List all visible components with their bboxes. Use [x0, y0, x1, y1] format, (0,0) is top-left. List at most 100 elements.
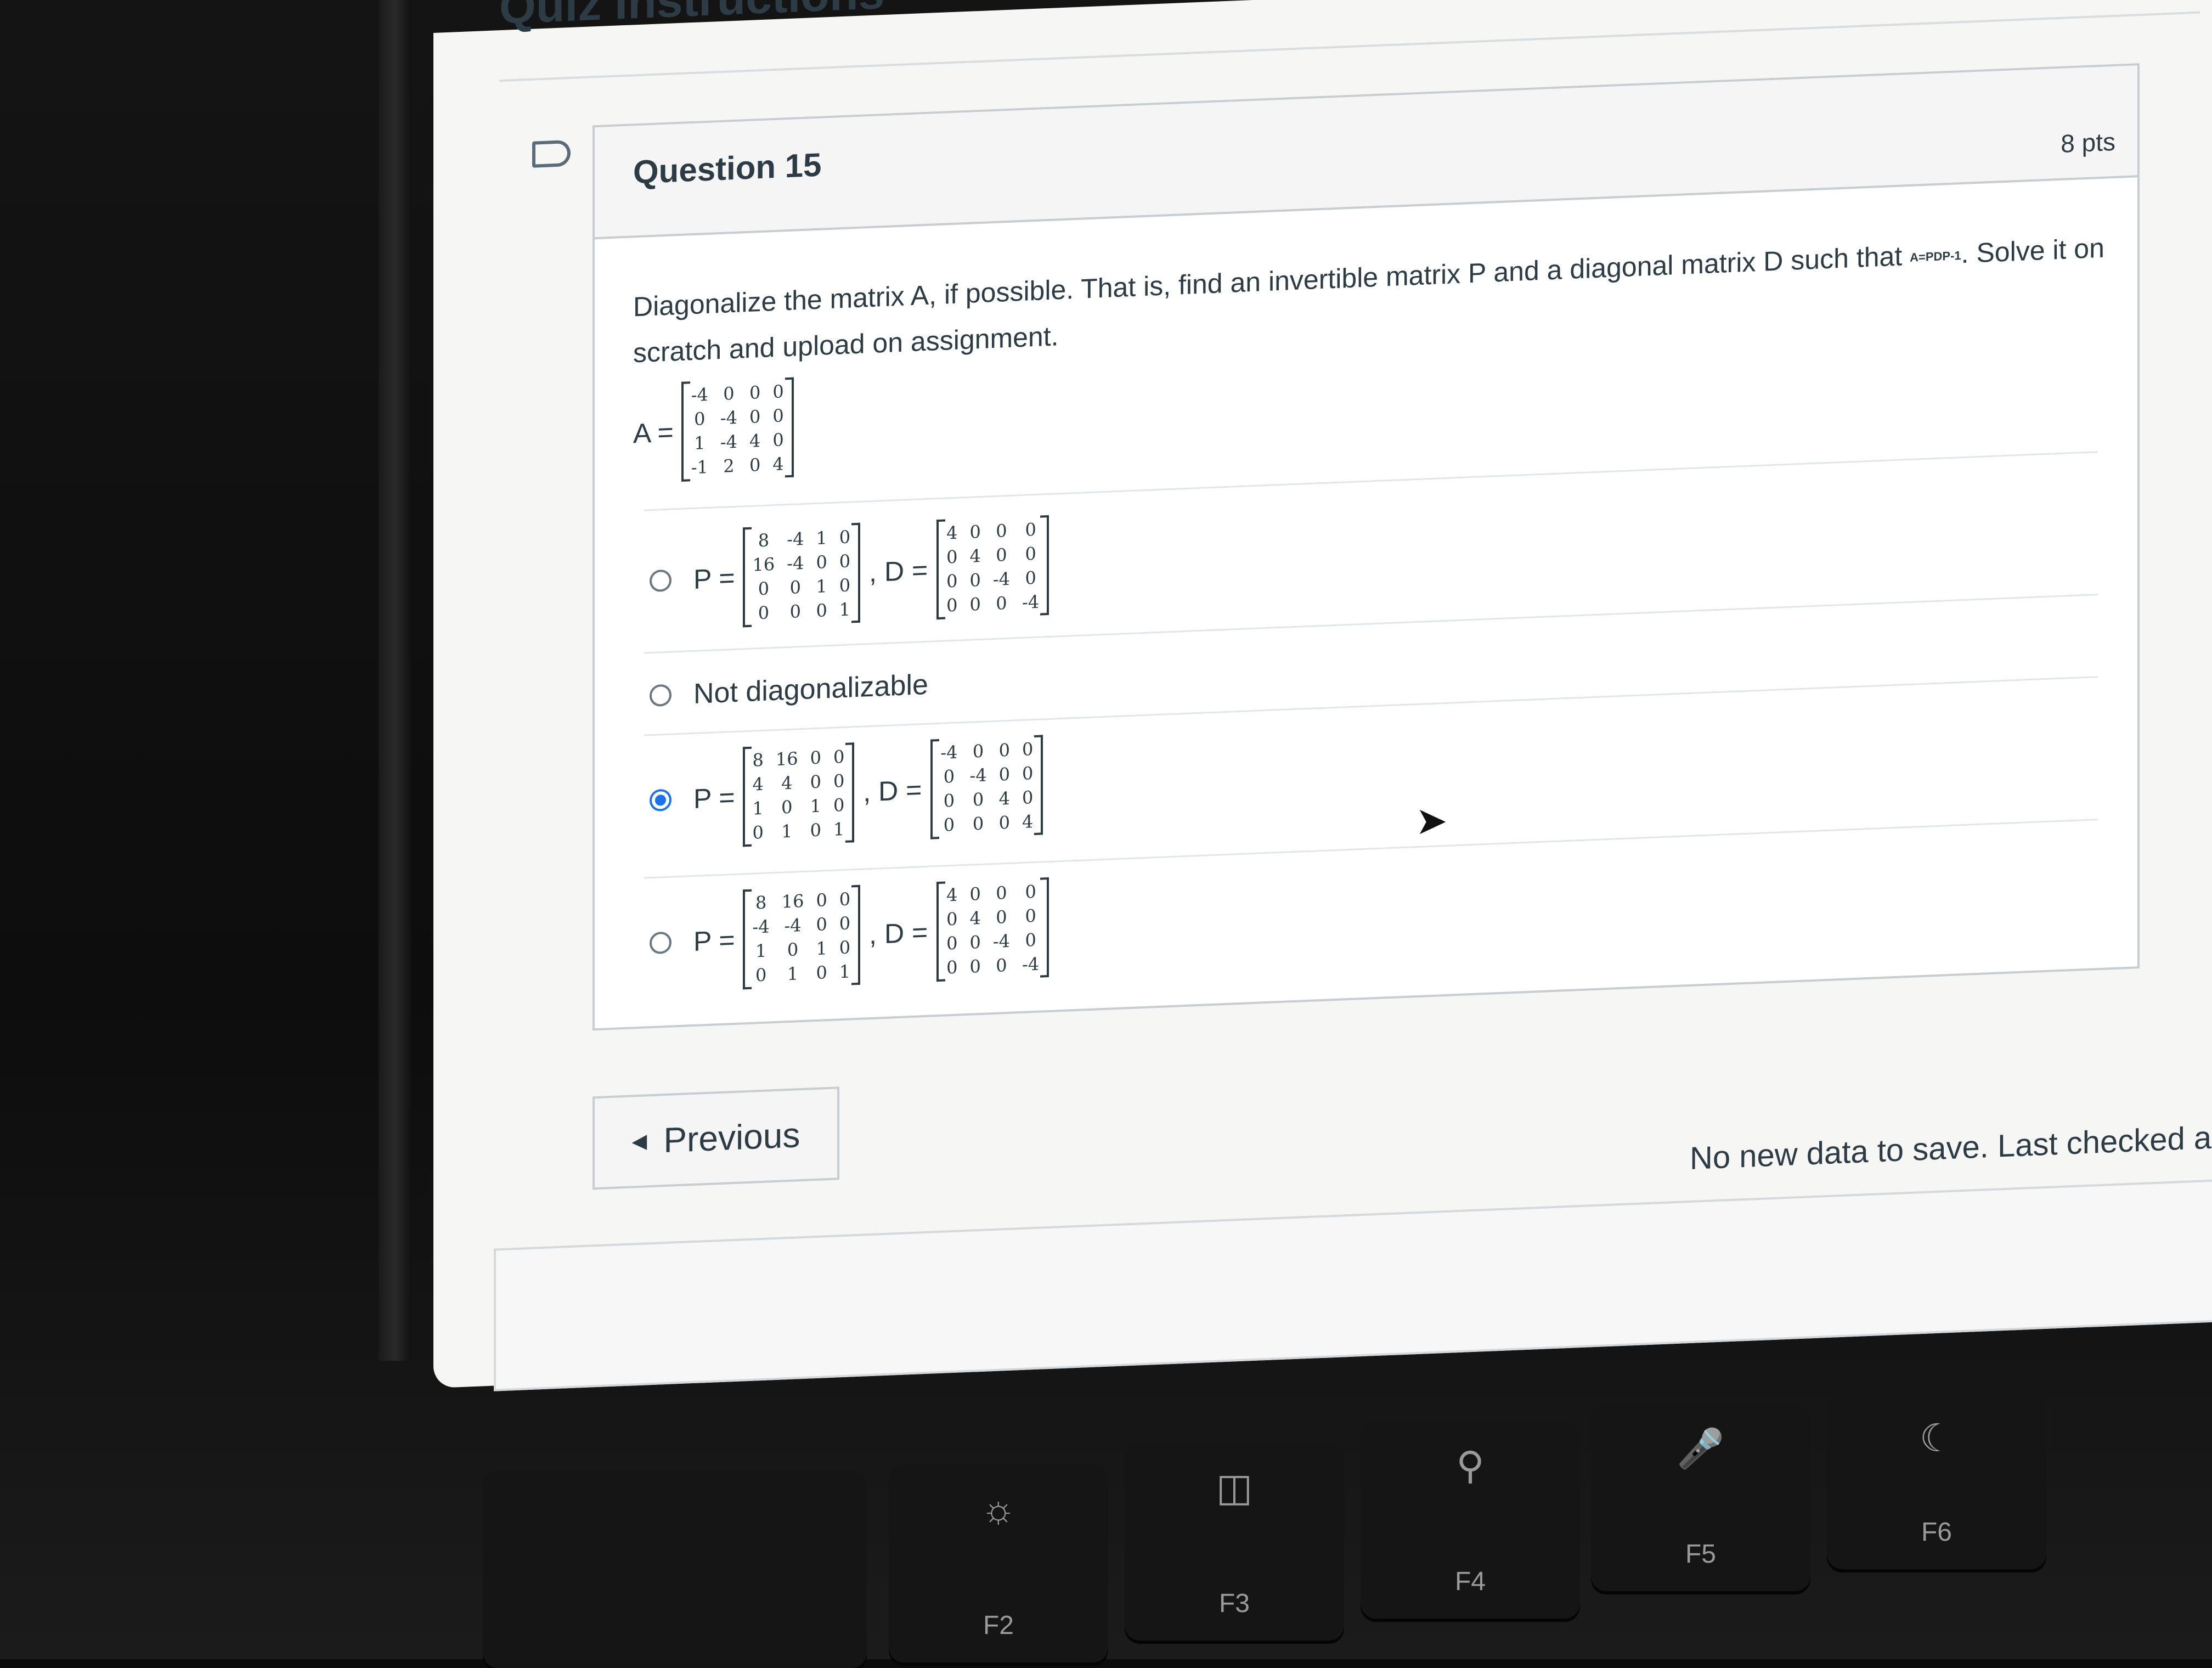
- option-3-p-cell: 4: [781, 772, 793, 794]
- matrix-a-cell: 1: [694, 432, 706, 454]
- key-blank[interactable]: [483, 1470, 867, 1668]
- dictation-icon: 🎤: [1677, 1427, 1725, 1470]
- option-3-p-cell: 0: [810, 771, 821, 793]
- option-4-d-cell: 0: [969, 883, 981, 905]
- option-4-p-cell: 0: [816, 962, 827, 983]
- option-1-p-cell: 1: [816, 576, 827, 597]
- option-3-p-cell: 1: [833, 818, 845, 840]
- option-3-d-cell: 0: [1022, 739, 1034, 760]
- option-1-d-cell: 0: [1025, 543, 1036, 565]
- matrix-a-cell: 0: [772, 381, 784, 403]
- option-4-p-cell: 0: [816, 889, 827, 911]
- answer-option-4[interactable]: P = 8 16 0 0 -4 -4 0 0 1 0 1 0 0 1 0 1 , D = 4000040000…: [650, 877, 1049, 993]
- option-1-p-cell: 16: [752, 554, 775, 576]
- option-4-p-cell: 0: [816, 914, 827, 935]
- option-4-p-cell: 1: [787, 963, 799, 985]
- option-1-d-cell: 4: [969, 545, 981, 567]
- answer-option-3[interactable]: P = 8 16 0 0 4 4 0 0 1 0 1 0 0 1 0 1 , D = -4 0 0 0 0 -4 0 0 0 0…: [650, 735, 1043, 850]
- autosave-status: No new data to save. Last checked at 3:1…: [1690, 1117, 2212, 1177]
- option-4-p-cell: 1: [839, 961, 851, 983]
- option-4-d-label: , D =: [869, 916, 928, 950]
- option-3-p-cell: 0: [833, 770, 845, 792]
- caret-left-icon: ◀: [631, 1129, 647, 1153]
- option-1-p-label: P =: [693, 562, 735, 595]
- key-f4[interactable]: ⚲ F4: [1361, 1421, 1580, 1619]
- option-1-p-cell: -4: [787, 552, 804, 574]
- option-4-matrix-p: 8 16 0 0 -4 -4 0 0 1 0 1 0 0 1 0 1: [743, 885, 861, 990]
- option-4-d-cell: 0: [1025, 881, 1036, 903]
- mouse-pointer-icon: ➤: [1415, 799, 1448, 842]
- option-1-d-cell: 0: [996, 520, 1007, 542]
- option-1-p-cell: 1: [816, 527, 827, 549]
- key-f2[interactable]: ☼ F2: [889, 1465, 1108, 1663]
- radio-option-3[interactable]: [650, 788, 672, 812]
- option-4-d-cell: 0: [1025, 905, 1036, 927]
- mission-control-icon: ◫: [1216, 1466, 1253, 1509]
- option-3-p-cell: 4: [752, 773, 764, 795]
- matrix-a-cell: 0: [749, 382, 761, 403]
- key-f5[interactable]: 🎤 F5: [1591, 1405, 1810, 1591]
- previous-button[interactable]: ◀ Previous: [592, 1086, 839, 1190]
- option-3-p-cell: 1: [781, 820, 793, 842]
- option-3-p-cell: 1: [810, 795, 821, 817]
- option-4-d-cell: 0: [946, 908, 958, 930]
- option-3-p-cell: 16: [775, 748, 798, 770]
- option-1-d-cell: 0: [946, 546, 958, 568]
- answer-option-1[interactable]: P = 8 -4 1 0 16 -4 0 0 0 0 1 0 0 0 0 1 , D = 4000040000…: [650, 515, 1049, 631]
- question-formula: A=PDP-1: [1910, 248, 1961, 264]
- matrix-a-cell: -1: [691, 456, 708, 478]
- option-1-p-cell: 0: [816, 551, 827, 573]
- option-1-p-cell: 0: [839, 526, 851, 548]
- matrix-a: -4 0 0 0 0 -4 0 0 1 -4 4 0 -1 2 0 4: [681, 377, 794, 482]
- option-1-p-cell: -4: [787, 528, 804, 550]
- option-3-d-cell: -4: [940, 741, 958, 763]
- screen-edge: [379, 0, 411, 1361]
- question-header: Question 15 8 pts: [595, 65, 2137, 240]
- option-1-p-cell: 0: [839, 550, 851, 572]
- option-1-p-cell: 0: [839, 574, 851, 596]
- search-icon: ⚲: [1456, 1444, 1485, 1487]
- answer-option-2[interactable]: Not diagonalizable: [650, 668, 928, 712]
- option-4-p-cell: 0: [755, 964, 767, 986]
- option-1-d-cell: 4: [946, 522, 958, 544]
- option-4-d-cell: 0: [996, 882, 1007, 904]
- question-text: Diagonalize the matrix A, if possible. T…: [633, 226, 2114, 375]
- option-3-d-cell: 0: [972, 740, 984, 762]
- option-4-d-cell: 0: [946, 956, 958, 978]
- option-4-p-cell: -4: [784, 915, 802, 937]
- option-4-p-cell: 0: [839, 888, 851, 910]
- option-3-d-cell: -4: [969, 764, 987, 786]
- option-1-p-cell: 0: [758, 578, 770, 600]
- radio-option-2[interactable]: [650, 684, 672, 707]
- option-1-p-cell: 0: [816, 600, 827, 621]
- option-4-p-label: P =: [693, 924, 735, 957]
- option-1-p-cell: 0: [758, 602, 770, 624]
- option-3-d-cell: 0: [972, 813, 984, 835]
- matrix-a-cell: 0: [772, 405, 784, 427]
- option-3-p-cell: 0: [833, 794, 845, 816]
- option-4-matrix-d: 4 0 0 0 0 4 0 0 0 0 -4 0 0 0 0 -4: [936, 877, 1049, 982]
- radio-option-4[interactable]: [650, 931, 672, 955]
- question-title: Question 15: [633, 146, 822, 191]
- question-card: Question 15 8 pts Diagonalize the matrix…: [592, 63, 2140, 1031]
- key-f3[interactable]: ◫ F3: [1125, 1443, 1344, 1641]
- option-1-d-label: , D =: [869, 554, 928, 588]
- option-3-p-cell: 8: [752, 749, 764, 771]
- option-4-p-cell: 0: [839, 912, 851, 934]
- option-4-d-cell: 0: [996, 955, 1007, 976]
- option-4-d-cell: 4: [969, 907, 981, 929]
- option-1-d-cell: 0: [996, 593, 1007, 614]
- key-f6[interactable]: ☾ F6: [1827, 1394, 2046, 1569]
- matrix-a-cell: -4: [720, 431, 738, 453]
- option-3-p-cell: 0: [752, 821, 764, 843]
- option-1-matrix-p: 8 -4 1 0 16 -4 0 0 0 0 1 0 0 0 0 1: [743, 523, 861, 628]
- bookmark-flag-icon[interactable]: [532, 139, 571, 168]
- option-4-d-cell: -4: [992, 930, 1011, 953]
- option-3-d-cell: 0: [972, 788, 984, 810]
- question-prompt: Diagonalize the matrix A, if possible. T…: [633, 240, 1903, 323]
- matrix-a-cell: 2: [723, 455, 735, 477]
- radio-option-1[interactable]: [650, 569, 672, 593]
- option-1-p-cell: 1: [839, 599, 851, 621]
- matrix-a-cell: 4: [749, 430, 761, 452]
- option-3-d-cell: 0: [998, 739, 1011, 761]
